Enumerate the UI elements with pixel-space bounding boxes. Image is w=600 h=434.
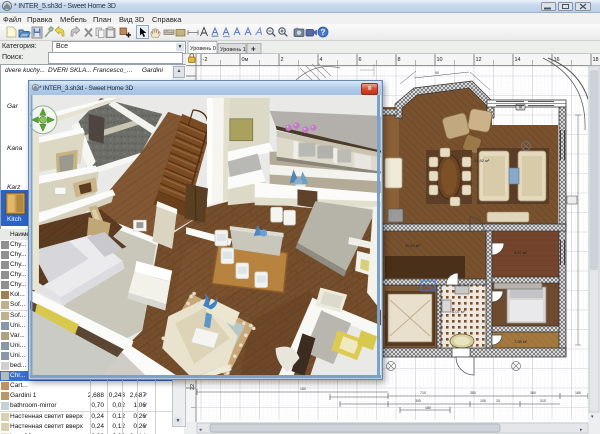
svg-text:7,08 м²: 7,08 м² (514, 339, 528, 344)
svg-text:305: 305 (415, 399, 421, 403)
svg-text:5,97 м²: 5,97 м² (514, 250, 528, 255)
svg-text:10: 10 (437, 57, 443, 63)
svg-text:41,92 м²: 41,92 м² (474, 158, 490, 163)
svg-text:+: + (251, 45, 256, 54)
svg-text:150: 150 (300, 387, 306, 391)
svg-text:Уровень 0: Уровень 0 (190, 46, 216, 52)
svg-text:180: 180 (425, 406, 431, 410)
svg-text:15: 15 (496, 399, 500, 403)
svg-text:22: 22 (190, 384, 196, 390)
svg-text:18: 18 (593, 57, 599, 63)
svg-text:710: 710 (420, 391, 426, 395)
svg-text:310: 310 (540, 399, 546, 403)
svg-text:4: 4 (320, 57, 323, 63)
svg-text:6,07 м²: 6,07 м² (452, 309, 466, 314)
svg-text:Уровень 1: Уровень 1 (220, 47, 246, 53)
svg-text:11,94 м²: 11,94 м² (405, 243, 421, 248)
svg-text:360: 360 (530, 391, 536, 395)
svg-text:2: 2 (281, 57, 284, 63)
svg-text:?: ? (321, 28, 326, 37)
svg-text:90: 90 (435, 71, 439, 75)
svg-text:160: 160 (575, 391, 581, 395)
svg-text:-2: -2 (203, 57, 208, 63)
svg-text:6: 6 (359, 57, 362, 63)
svg-text:14: 14 (515, 57, 521, 63)
svg-text:8: 8 (398, 57, 401, 63)
svg-text:12: 12 (476, 57, 482, 63)
svg-text:0м: 0м (242, 57, 249, 63)
svg-text:380: 380 (470, 391, 476, 395)
svg-text:105: 105 (480, 399, 486, 403)
